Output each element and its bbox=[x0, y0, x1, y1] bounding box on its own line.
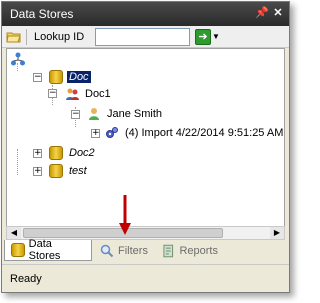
tree-item-label: test bbox=[69, 165, 87, 177]
status-bar: Ready bbox=[2, 264, 289, 292]
folder-open-icon[interactable] bbox=[6, 29, 22, 45]
tree-item-doc[interactable]: Doc bbox=[49, 69, 91, 85]
expand-icon[interactable]: + bbox=[33, 167, 42, 176]
tree-root[interactable] bbox=[11, 51, 33, 67]
database-icon bbox=[49, 164, 63, 178]
annotation-arrow bbox=[119, 195, 131, 235]
gears-icon bbox=[106, 127, 118, 138]
magnifier-icon bbox=[100, 244, 114, 257]
tree-item-label: Jane Smith bbox=[107, 108, 163, 120]
tab-label: Filters bbox=[118, 244, 148, 257]
expand-icon[interactable]: + bbox=[33, 149, 42, 158]
database-icon bbox=[49, 146, 63, 160]
collapse-icon[interactable]: − bbox=[48, 89, 57, 98]
chevron-down-icon[interactable]: ▼ bbox=[212, 32, 220, 41]
window-title: Data Stores bbox=[10, 7, 74, 21]
tree-item-label: Doc1 bbox=[85, 88, 111, 100]
tree-item-jane-smith[interactable]: Jane Smith bbox=[87, 106, 164, 122]
database-icon bbox=[49, 70, 63, 84]
tree-item-label: Doc2 bbox=[69, 147, 95, 159]
tree-item-doc1[interactable]: Doc1 bbox=[65, 86, 113, 102]
lookup-id-label: Lookup ID bbox=[34, 31, 85, 43]
tab-label: Reports bbox=[179, 244, 218, 257]
scroll-right-icon[interactable]: ▶ bbox=[270, 227, 284, 239]
toolbar: Lookup ID ➔ ▼ bbox=[2, 26, 289, 48]
tab-label: Data Stores bbox=[28, 238, 61, 262]
tab-data-stores[interactable]: Data Stores bbox=[4, 238, 92, 262]
go-button[interactable]: ➔ bbox=[195, 29, 211, 45]
database-icon bbox=[11, 243, 25, 257]
tree-item-label: (4) Import 4/22/2014 9:51:25 AM bbox=[125, 127, 284, 139]
tree-item-doc2[interactable]: Doc2 bbox=[49, 145, 97, 161]
collapse-icon[interactable]: − bbox=[33, 73, 42, 82]
tree-item-import[interactable]: (4) Import 4/22/2014 9:51:25 AM bbox=[105, 125, 285, 141]
tree-item-test[interactable]: test bbox=[49, 163, 89, 179]
pin-icon[interactable]: 📌 bbox=[255, 6, 269, 20]
close-icon[interactable]: ✕ bbox=[271, 6, 285, 20]
title-bar: Data Stores 📌 ✕ bbox=[2, 2, 289, 26]
data-store-tree: − Doc − Doc1 − Jane Smith + (4) Import 4… bbox=[6, 48, 285, 238]
status-text: Ready bbox=[10, 273, 42, 285]
lookup-id-input[interactable] bbox=[95, 28, 190, 46]
tab-reports[interactable]: Reports bbox=[156, 240, 224, 261]
scroll-left-icon[interactable]: ◀ bbox=[7, 227, 21, 239]
data-stores-window: Data Stores 📌 ✕ Lookup ID ➔ ▼ − Doc − Do… bbox=[1, 1, 290, 293]
tab-filters[interactable]: Filters bbox=[94, 240, 156, 261]
user-icon bbox=[89, 108, 99, 120]
network-icon bbox=[11, 52, 25, 66]
tree-item-label: Doc bbox=[67, 71, 91, 83]
collapse-icon[interactable]: − bbox=[71, 110, 80, 119]
group-icon bbox=[66, 88, 79, 100]
toolbar-separator bbox=[26, 29, 27, 45]
tree-line bbox=[17, 149, 18, 175]
expand-icon[interactable]: + bbox=[91, 129, 100, 138]
report-icon bbox=[163, 244, 174, 257]
bottom-tabs: Data Stores Filters Reports bbox=[2, 238, 289, 262]
